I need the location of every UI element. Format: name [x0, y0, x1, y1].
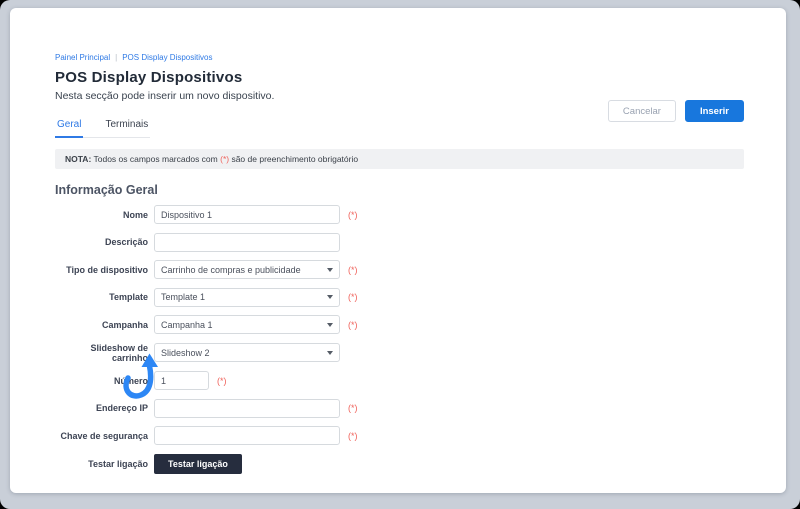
field-label: Template	[109, 292, 148, 302]
field-control	[154, 232, 340, 252]
breadcrumb-link-painel-principal[interactable]: Painel Principal	[55, 53, 110, 62]
form-row: Descrição	[55, 232, 744, 252]
cancel-button[interactable]: Cancelar	[607, 100, 676, 122]
chevron-down-icon	[327, 267, 333, 272]
required-marker: (*)	[217, 375, 227, 386]
field-control: (*)	[154, 371, 227, 390]
form: Nome (*) Descrição Tipo de dispositivo C…	[55, 205, 744, 474]
input-numero[interactable]	[154, 371, 209, 390]
submit-button[interactable]: Inserir	[684, 100, 744, 122]
note-prefix: NOTA:	[65, 154, 92, 164]
field-control: (*)	[154, 426, 358, 445]
testar-ligacao-button[interactable]: Testar ligação	[154, 453, 242, 474]
form-row: Nome (*)	[55, 205, 744, 224]
field-control: Slideshow 2	[154, 343, 340, 362]
required-marker: (*)	[348, 430, 358, 441]
form-row: Tipo de dispositivo Carrinho de compras …	[55, 260, 744, 279]
field-label: Número	[113, 375, 148, 386]
select-slideshow-de-carrinho[interactable]: Slideshow 2	[154, 343, 340, 362]
input-nome[interactable]	[154, 205, 340, 224]
select-campanha[interactable]: Campanha 1	[154, 315, 340, 334]
tab-geral[interactable]: Geral	[55, 116, 84, 138]
input-endereco-ip[interactable]	[154, 398, 340, 418]
input-chave-de-seguranca[interactable]	[154, 426, 340, 445]
form-row: Slideshow de carrinho Slideshow 2	[55, 343, 744, 363]
select-value: Campanha 1	[161, 319, 213, 330]
note-bar: NOTA: Todos os campos marcados com (*) s…	[55, 149, 744, 169]
required-marker: (*)	[348, 264, 358, 275]
field-control: (*)	[154, 205, 358, 224]
chevron-down-icon	[327, 322, 333, 327]
form-row: Template Template 1 (*)	[55, 287, 744, 307]
select-value: Carrinho de compras e publicidade	[161, 264, 301, 275]
select-template[interactable]: Template 1	[154, 287, 340, 307]
page-card: Painel Principal | POS Display Dispositi…	[10, 8, 786, 493]
required-marker: (*)	[348, 292, 358, 302]
field-label: Nome	[122, 209, 148, 220]
breadcrumb-separator: |	[115, 53, 118, 62]
page-content: Painel Principal | POS Display Dispositi…	[10, 8, 786, 493]
section-title: Informação Geral	[55, 183, 158, 197]
field-label: Tipo de dispositivo	[66, 264, 148, 275]
select-value: Slideshow 2	[161, 347, 210, 358]
tab-terminais[interactable]: Terminais	[103, 116, 150, 137]
field-label: Campanha	[101, 319, 148, 330]
chevron-down-icon	[327, 295, 333, 299]
field-label: Slideshow de carrinho	[90, 342, 148, 363]
header-actions: Cancelar Inserir	[607, 100, 744, 122]
field-label: Endereço IP	[95, 403, 148, 413]
app-background: Painel Principal | POS Display Dispositi…	[0, 0, 800, 509]
form-row: Número (*)	[55, 371, 744, 390]
select-value: Template 1	[161, 292, 206, 302]
form-row: Campanha Campanha 1 (*)	[55, 315, 744, 334]
form-row: Testar ligação Testar ligação	[55, 453, 744, 474]
required-marker: (*)	[348, 403, 358, 413]
field-control: (*)	[154, 398, 358, 418]
note-text-after: são de preenchimento obrigatório	[229, 154, 359, 164]
select-tipo-de-dispositivo[interactable]: Carrinho de compras e publicidade	[154, 260, 340, 279]
chevron-down-icon	[327, 350, 333, 355]
field-control: Template 1 (*)	[154, 287, 358, 307]
note-text-before: Todos os campos marcados com	[91, 154, 221, 164]
note-required-marker: (*)	[220, 154, 230, 164]
field-label: Testar ligação	[88, 458, 148, 469]
required-marker: (*)	[348, 319, 358, 330]
field-label: Descrição	[104, 237, 148, 247]
field-control: Testar ligação	[154, 453, 242, 474]
field-control: Campanha 1 (*)	[154, 315, 358, 334]
required-marker: (*)	[348, 209, 358, 220]
field-control: Carrinho de compras e publicidade (*)	[154, 260, 358, 279]
form-row: Endereço IP (*)	[55, 398, 744, 418]
input-descricao[interactable]	[154, 232, 340, 252]
breadcrumb: Painel Principal | POS Display Dispositi…	[55, 53, 744, 62]
field-label: Chave de segurança	[60, 430, 148, 441]
page-title: POS Display Dispositivos	[55, 69, 243, 86]
breadcrumb-link-pos-display-dispositivos[interactable]: POS Display Dispositivos	[122, 53, 212, 62]
form-row: Chave de segurança (*)	[55, 426, 744, 445]
tab-bar: Geral Terminais	[55, 116, 151, 138]
